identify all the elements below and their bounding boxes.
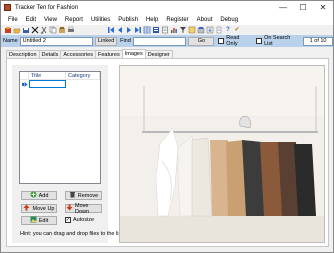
help-icon[interactable]: ? [224,26,232,34]
read-only-label: Read Only [226,35,240,47]
remove-button[interactable]: Remove [65,191,102,200]
move-up-button[interactable]: Move Up [21,204,57,213]
filter-icon[interactable] [179,26,187,34]
clothing-rack-photo [120,66,324,242]
paste-icon[interactable] [58,26,66,34]
print-icon[interactable] [67,26,75,34]
title-bar: Tracker Ten for Fashion — ☐ ✕ [1,1,333,14]
move-down-label: Move Down [75,202,90,215]
arrow-up-icon [23,204,30,213]
autosize-checkbox-box[interactable]: ✓ [65,217,71,223]
tab-images[interactable]: Images [121,49,146,58]
grid-header: Title Category [20,72,100,80]
edit-label: Edit [38,217,49,224]
close-button[interactable]: ✕ [313,1,333,14]
cell-category[interactable] [66,80,100,88]
table-row[interactable] [20,80,100,88]
toolbar: ? ✔ [1,25,333,35]
read-only-checkbox-box[interactable] [218,38,225,44]
delete-icon[interactable] [31,26,39,34]
autosize-checkbox[interactable]: ✓ Autosize [65,217,94,223]
sort-icon[interactable] [188,26,196,34]
record-bar: Name Untitled 2 Linked Find Go Read Only… [1,35,333,47]
move-down-button[interactable]: Move Down [65,202,102,215]
add-button[interactable]: Add [21,191,57,200]
menu-utilities[interactable]: Utilities [87,17,114,23]
column-header-title[interactable]: Title [29,72,66,80]
menu-register[interactable]: Register [162,17,192,23]
image-preview [119,65,325,243]
maximize-button[interactable]: ☐ [293,1,313,14]
menu-bar: File Edit View Report Utilities Publish … [1,14,333,25]
menu-publish[interactable]: Publish [114,17,142,23]
on-search-list-checkbox[interactable]: On Search List [256,35,300,47]
remove-label: Remove [77,192,99,199]
row-pointer-icon [20,80,29,88]
trash-icon [69,191,76,200]
last-record-icon[interactable] [134,26,142,34]
menu-report[interactable]: Report [61,17,87,23]
arrow-down-icon [66,204,73,213]
name-label: Name [3,38,18,44]
find-field[interactable] [132,36,187,46]
menu-about[interactable]: About [193,17,217,23]
previous-record-icon[interactable] [116,26,124,34]
tab-strip: Description Details Accessories Features… [6,49,173,58]
cell-title[interactable] [29,80,66,88]
export-icon[interactable] [197,26,205,34]
next-record-icon[interactable] [125,26,133,34]
menu-edit[interactable]: Edit [22,17,40,23]
menu-debug[interactable]: Debug [216,17,242,23]
on-search-list-checkbox-box[interactable] [256,38,263,44]
menu-view[interactable]: View [40,17,61,23]
drag-drop-hint: Hint: you can drag and drop files to the… [20,231,125,237]
edit-button[interactable]: Edit [21,216,57,225]
tab-designer[interactable]: Designer [144,50,173,58]
minimize-button[interactable]: — [273,1,293,14]
linked-button[interactable]: Linked [95,36,118,46]
image-list-grid[interactable]: Title Category [19,71,101,184]
image-list-pane: Title Category Add Remove Move Up Move D… [12,65,124,243]
grid-selector-header [20,72,29,80]
record-counter: 1 of 10 [303,36,333,46]
report-icon[interactable] [161,26,169,34]
name-field[interactable]: Untitled 2 [19,36,94,46]
find-label: Find [120,38,131,44]
tab-description[interactable]: Description [6,50,40,58]
app-icon [4,4,11,11]
add-label: Add [38,192,49,199]
new-record-icon[interactable] [4,26,12,34]
add-icon [30,191,37,200]
cut-icon[interactable] [40,26,48,34]
app-window: Tracker Ten for Fashion — ☐ ✕ File Edit … [0,0,334,253]
save-icon[interactable] [22,26,30,34]
tab-details[interactable]: Details [38,50,62,58]
menu-file[interactable]: File [4,17,22,23]
spell-check-icon[interactable] [215,26,223,34]
form-view-icon[interactable] [152,26,160,34]
edit-image-icon [30,216,37,225]
chart-icon[interactable] [170,26,178,34]
open-icon[interactable] [13,26,21,34]
autosize-label: Autosize [73,217,95,223]
menu-help[interactable]: Help [142,17,162,23]
first-record-icon[interactable] [107,26,115,34]
tab-features[interactable]: Features [94,50,123,58]
go-button[interactable]: Go [188,36,215,46]
column-header-category[interactable]: Category [66,72,100,80]
window-title: Tracker Ten for Fashion [15,4,79,11]
check-icon[interactable]: ✔ [233,26,241,34]
on-search-list-label: On Search List [264,35,291,47]
move-up-label: Move Up [32,205,55,212]
copy-icon[interactable] [49,26,57,34]
import-icon[interactable] [206,26,214,34]
table-view-icon[interactable] [143,26,151,34]
read-only-checkbox[interactable]: Read Only [218,35,252,47]
tab-accessories[interactable]: Accessories [60,50,96,58]
